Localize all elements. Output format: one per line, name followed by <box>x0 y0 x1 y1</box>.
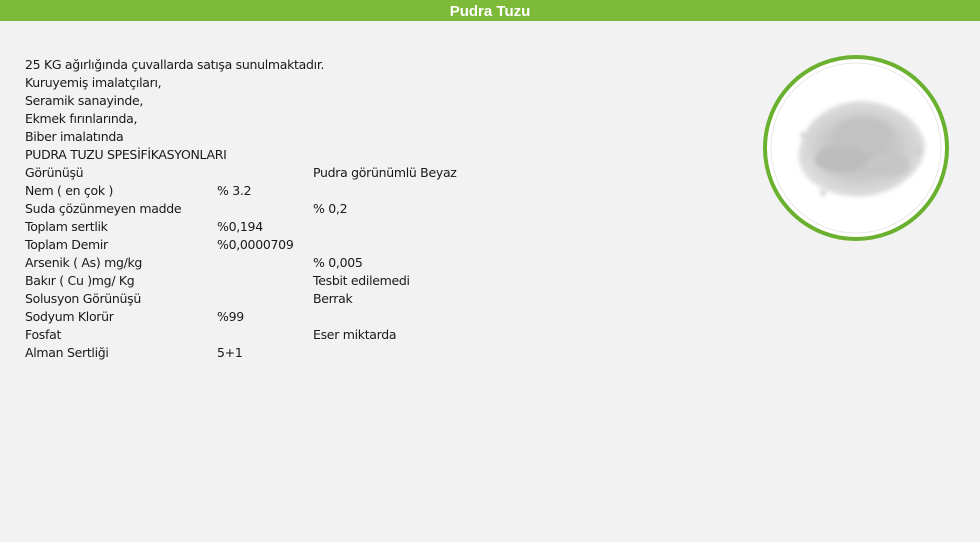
spec-row: Toplam Demir %0,0000709 <box>25 236 725 254</box>
spec-value: 5+1 <box>217 345 243 360</box>
spec-value: Tesbit edilemedi <box>313 273 410 288</box>
spec-value: %0,0000709 <box>217 237 294 252</box>
spec-label: Sodyum Klorür <box>25 309 114 324</box>
intro-line: Ekmek fırınlarında, <box>25 111 138 126</box>
spec-label: Arsenik ( As) mg/kg <box>25 255 143 270</box>
spec-label: Nem ( en çok ) <box>25 183 114 198</box>
spec-label: Suda çözünmeyen madde <box>25 201 182 216</box>
spec-heading: PUDRA TUZU SPESİFİKASYONLARI <box>25 147 227 162</box>
spec-label: Toplam Demir <box>25 237 108 252</box>
intro-line: Seramik sanayinde, <box>25 93 144 108</box>
intro-line: 25 KG ağırlığında çuvallarda satışa sunu… <box>25 57 325 72</box>
spec-value: Eser miktarda <box>313 327 397 342</box>
product-image <box>763 55 949 241</box>
spec-row: Görünüşü Pudra görünümlü Beyaz <box>25 164 725 182</box>
spec-label: Solusyon Görünüşü <box>25 291 142 306</box>
spec-label: Görünüşü <box>25 165 84 180</box>
intro-line: Biber imalatında <box>25 129 124 144</box>
spec-row: Sodyum Klorür %99 <box>25 308 725 326</box>
spec-row: Alman Sertliği 5+1 <box>25 344 725 362</box>
spec-value: % 0,2 <box>313 201 348 216</box>
spec-row: Bakır ( Cu )mg/ Kg Tesbit edilemedi <box>25 272 725 290</box>
spec-row: Fosfat Eser miktarda <box>25 326 725 344</box>
spec-value: Pudra görünümlü Beyaz <box>313 165 457 180</box>
spec-label: Toplam sertlik <box>25 219 108 234</box>
spec-value: % 0,005 <box>313 255 363 270</box>
spec-label: Fosfat <box>25 327 62 342</box>
spec-row: Arsenik ( As) mg/kg % 0,005 <box>25 254 725 272</box>
spec-row: Nem ( en çok ) % 3.2 <box>25 182 725 200</box>
spec-row: Toplam sertlik %0,194 <box>25 218 725 236</box>
spec-label: Alman Sertliği <box>25 345 109 360</box>
page-header: Pudra Tuzu <box>0 0 980 21</box>
spec-row: Suda çözünmeyen madde % 0,2 <box>25 200 725 218</box>
spec-value: %99 <box>217 309 244 324</box>
spec-row: Solusyon Görünüşü Berrak <box>25 290 725 308</box>
intro-line: Kuruyemiş imalatçıları, <box>25 75 162 90</box>
product-description: 25 KG ağırlığında çuvallarda satışa sunu… <box>25 56 725 362</box>
powder-salt-image <box>763 55 949 241</box>
page-title: Pudra Tuzu <box>449 3 531 20</box>
spec-value: % 3.2 <box>217 183 252 198</box>
spec-value: %0,194 <box>217 219 263 234</box>
spec-value: Berrak <box>313 291 353 306</box>
spec-label: Bakır ( Cu )mg/ Kg <box>25 273 135 288</box>
